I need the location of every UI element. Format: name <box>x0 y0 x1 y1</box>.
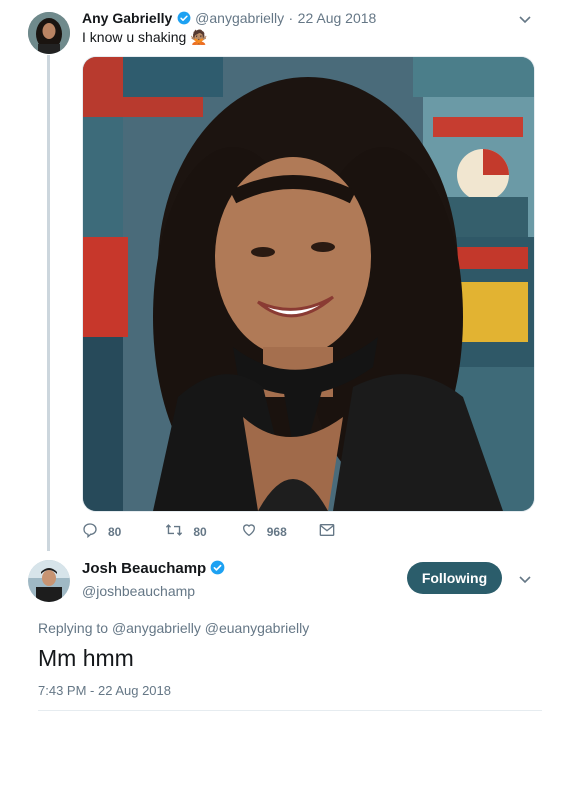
retweet-count: 80 <box>193 524 207 539</box>
replying-to: Replying to @anygabrielly @euanygabriell… <box>38 620 309 636</box>
date-separator: · <box>288 10 294 26</box>
chevron-down-icon[interactable] <box>518 572 532 591</box>
like-count: 968 <box>266 524 287 539</box>
verified-badge-icon <box>177 11 191 25</box>
mention-link[interactable]: @anygabrielly <box>112 620 201 636</box>
divider <box>38 710 542 711</box>
chevron-down-icon[interactable] <box>518 12 532 31</box>
tweet-photo[interactable] <box>82 56 535 512</box>
tweet-text: I know u shaking <box>82 29 187 45</box>
direct-message-action[interactable] <box>319 523 345 540</box>
emoji: 🙅🏽 <box>190 29 208 45</box>
tweet1-header: Any Gabrielly @anygabrielly · 22 Aug 201… <box>82 10 376 28</box>
replying-prefix: Replying to <box>38 620 109 636</box>
author-name[interactable]: Any Gabrielly <box>82 10 172 26</box>
retweet-action[interactable]: 80 <box>165 522 207 541</box>
author-handle[interactable]: @anygabrielly <box>195 10 284 26</box>
message-icon <box>319 523 345 540</box>
tweet-actions: 80 80 968 <box>82 522 373 541</box>
reply-icon <box>82 522 108 541</box>
thread-line <box>47 55 50 551</box>
reply-count: 80 <box>108 524 122 539</box>
like-action[interactable]: 968 <box>241 522 287 541</box>
mention-link[interactable]: @euanygabrielly <box>205 620 310 636</box>
following-button[interactable]: Following <box>407 562 502 594</box>
reply-action[interactable]: 80 <box>82 522 121 541</box>
avatar-any-gabrielly[interactable] <box>28 12 70 54</box>
tweet-date[interactable]: 22 Aug 2018 <box>298 10 377 26</box>
reply-timestamp[interactable]: 7:43 PM - 22 Aug 2018 <box>38 683 171 698</box>
reply-text: Mm hmm <box>38 645 134 671</box>
tweet1-text: I know u shaking 🙅🏽 <box>82 29 208 46</box>
like-icon <box>241 522 267 541</box>
author-name[interactable]: Josh Beauchamp <box>82 560 206 577</box>
retweet-icon <box>165 522 193 541</box>
verified-badge-icon <box>210 560 225 575</box>
avatar-josh-beauchamp[interactable] <box>28 560 70 602</box>
tweet2-author: Josh Beauchamp <box>82 560 225 577</box>
author-handle[interactable]: @joshbeauchamp <box>82 583 195 599</box>
